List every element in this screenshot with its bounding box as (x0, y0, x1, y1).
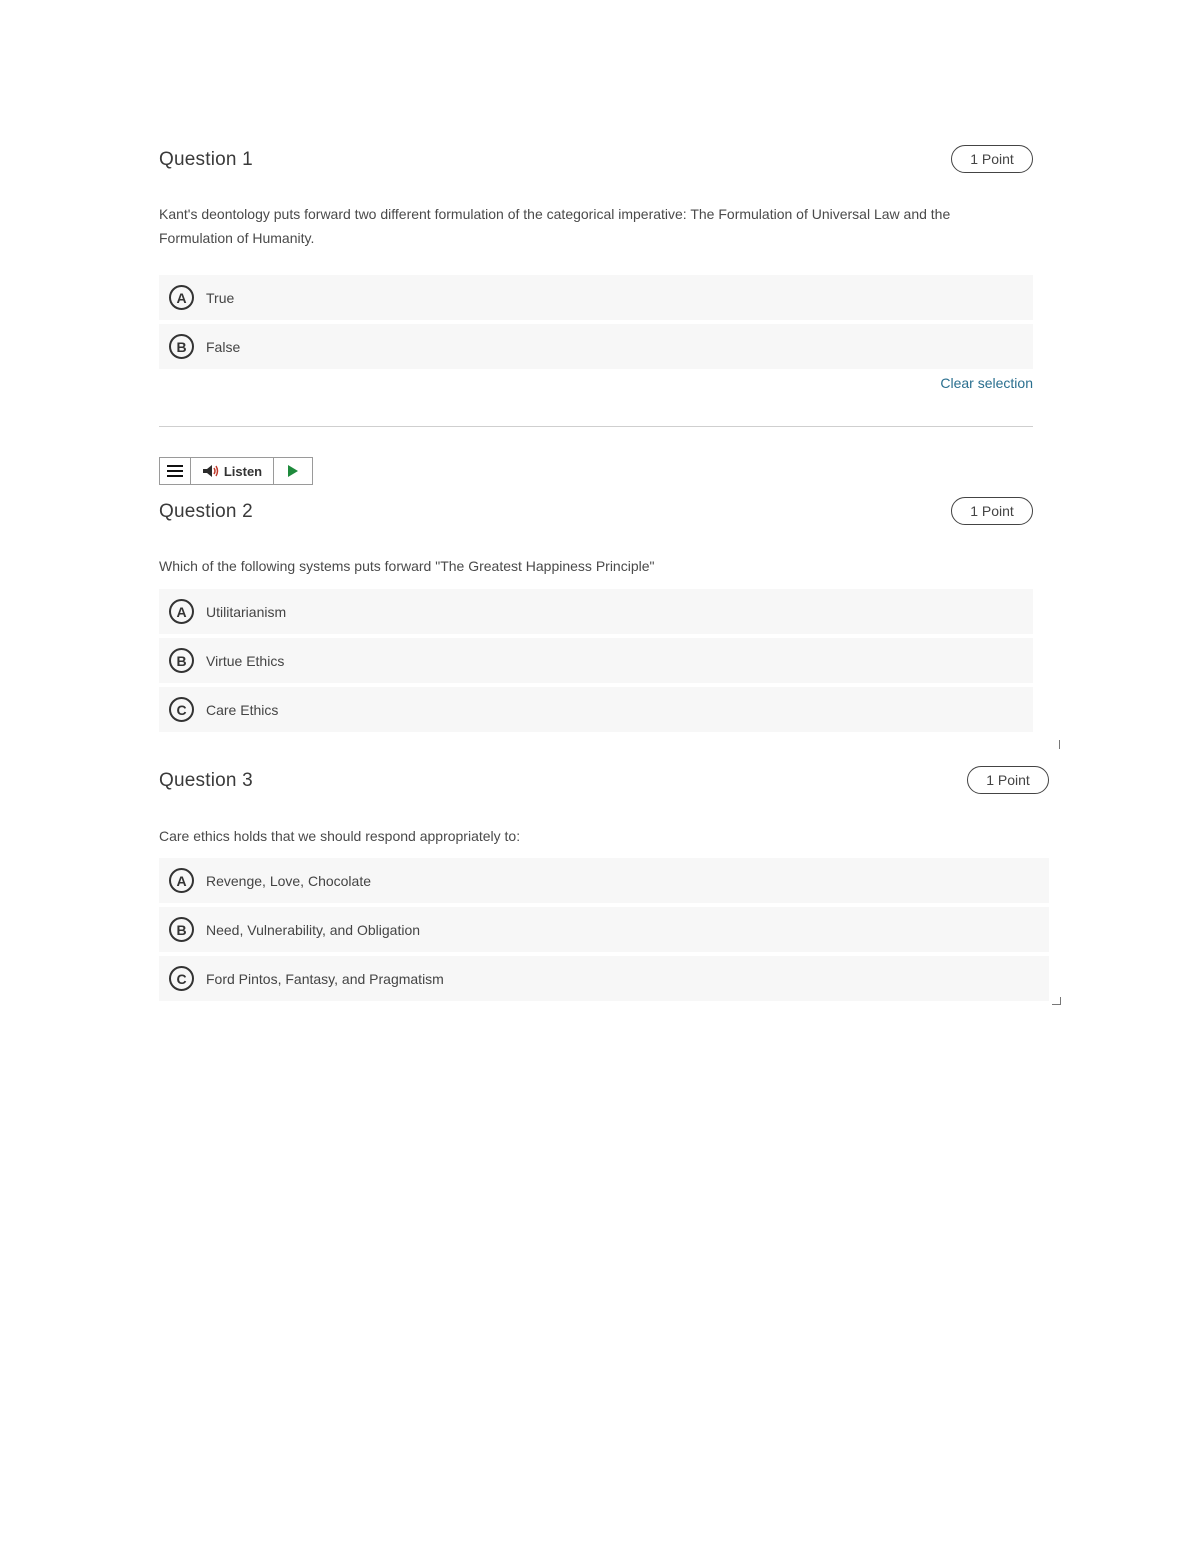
question-prompt: Which of the following systems puts forw… (159, 558, 655, 574)
question-2: Question 2 1 Point Which of the followin… (159, 497, 1033, 737)
points-badge: 1 Point (951, 497, 1033, 525)
listen-toolbar: Listen (159, 457, 313, 485)
option-text: True (206, 289, 235, 306)
option-b[interactable]: B False (159, 324, 1033, 369)
option-text: Utilitarianism (206, 603, 287, 620)
listen-label: Listen (223, 463, 263, 479)
option-letter-badge: C (169, 697, 194, 722)
option-text: False (206, 338, 241, 355)
option-letter-badge: B (169, 334, 194, 359)
option-letter-badge: C (169, 966, 194, 991)
option-letter-badge: B (169, 648, 194, 673)
answer-options: A True B False (159, 275, 1033, 373)
answer-options: A Utilitarianism B Virtue Ethics C Care … (159, 589, 1033, 736)
option-text: Ford Pintos, Fantasy, and Pragmatism (206, 970, 444, 987)
option-letter-badge: A (169, 599, 194, 624)
option-a[interactable]: A Utilitarianism (159, 589, 1033, 634)
option-a[interactable]: A True (159, 275, 1033, 320)
option-text: Virtue Ethics (206, 652, 285, 669)
option-letter-badge: B (169, 917, 194, 942)
question-1: Question 1 1 Point Kant's deontology put… (159, 145, 1033, 395)
question-header: Question 2 1 Point (159, 497, 1033, 531)
option-b[interactable]: B Need, Vulnerability, and Obligation (159, 907, 1049, 952)
question-header: Question 1 1 Point (159, 145, 1033, 179)
resize-mark (1059, 740, 1060, 749)
question-3: Question 3 1 Point Care ethics holds tha… (159, 766, 1049, 1006)
option-letter-badge: A (169, 285, 194, 310)
play-icon (288, 465, 298, 477)
clear-selection-link[interactable]: Clear selection (940, 375, 1033, 391)
speaker-icon (202, 465, 219, 477)
question-title: Question 3 (159, 770, 253, 791)
points-badge: 1 Point (951, 145, 1033, 173)
play-button[interactable] (274, 458, 312, 484)
section-divider (159, 426, 1033, 427)
option-b[interactable]: B Virtue Ethics (159, 638, 1033, 683)
resize-mark (1052, 1004, 1061, 1005)
question-header: Question 3 1 Point (159, 766, 1049, 800)
option-c[interactable]: C Care Ethics (159, 687, 1033, 732)
question-prompt: Care ethics holds that we should respond… (159, 828, 521, 844)
points-badge: 1 Point (967, 766, 1049, 794)
answer-options: A Revenge, Love, Chocolate B Need, Vulne… (159, 858, 1049, 1005)
option-text: Care Ethics (206, 701, 279, 718)
option-text: Revenge, Love, Chocolate (206, 872, 371, 889)
option-a[interactable]: A Revenge, Love, Chocolate (159, 858, 1049, 903)
question-title: Question 1 (159, 149, 253, 170)
question-prompt-line: Kant's deontology puts forward two diffe… (159, 206, 951, 222)
option-c[interactable]: C Ford Pintos, Fantasy, and Pragmatism (159, 956, 1049, 1001)
option-letter-badge: A (169, 868, 194, 893)
listen-button[interactable]: Listen (191, 458, 274, 484)
question-title: Question 2 (159, 501, 253, 522)
question-prompt-line: Formulation of Humanity. (159, 230, 315, 246)
question-prompt: Kant's deontology puts forward two diffe… (159, 202, 950, 250)
option-text: Need, Vulnerability, and Obligation (206, 921, 421, 938)
hamburger-menu-icon[interactable] (160, 458, 191, 484)
